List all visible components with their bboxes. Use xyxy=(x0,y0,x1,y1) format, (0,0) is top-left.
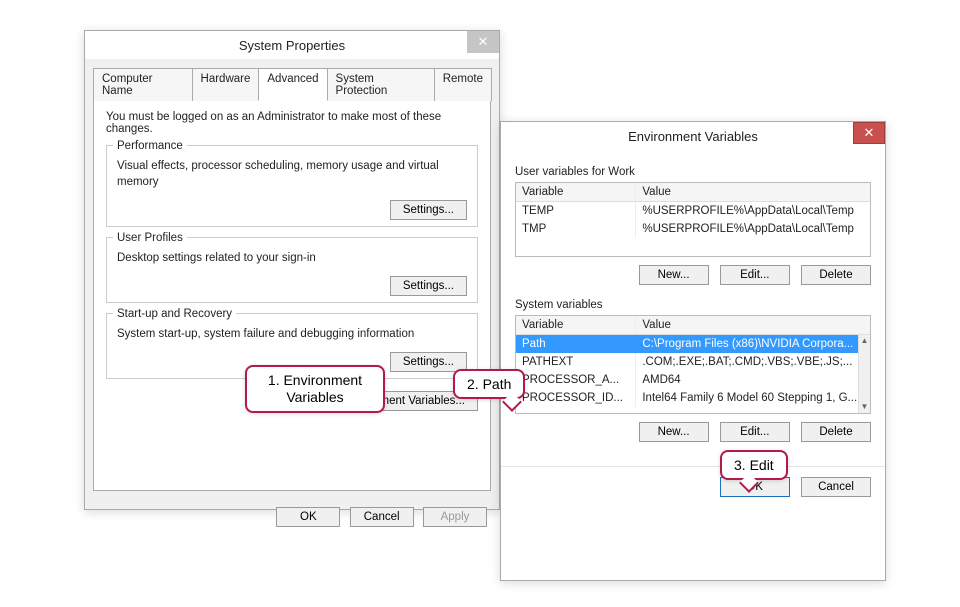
environment-variables-window: Environment Variables ✕ User variables f… xyxy=(500,121,886,581)
close-button[interactable]: ✕ xyxy=(467,31,499,53)
cell-var: TEMP xyxy=(516,202,636,220)
tab-advanced[interactable]: Advanced xyxy=(258,68,327,101)
tab-strip: Computer Name Hardware Advanced System P… xyxy=(93,67,491,101)
cancel-button[interactable]: Cancel xyxy=(350,507,414,527)
table-row[interactable]: PROCESSOR_A... AMD64 xyxy=(516,371,870,389)
tab-remote[interactable]: Remote xyxy=(434,68,492,101)
system-vars-button-row: New... Edit... Delete xyxy=(515,422,871,442)
table-row[interactable]: TMP %USERPROFILE%\AppData\Local\Temp xyxy=(516,220,870,238)
group-title-user-profiles: User Profiles xyxy=(113,232,187,244)
table-header: Variable Value xyxy=(516,183,870,202)
user-vars-label: User variables for Work xyxy=(515,166,871,178)
callout-edit: 3. Edit xyxy=(720,450,788,480)
close-button[interactable]: ✕ xyxy=(853,122,885,144)
cell-var: Path xyxy=(516,335,636,353)
titlebar: Environment Variables ✕ xyxy=(501,122,885,150)
system-new-button[interactable]: New... xyxy=(639,422,709,442)
scroll-down-icon[interactable]: ▼ xyxy=(859,401,870,413)
admin-notice: You must be logged on as an Administrato… xyxy=(106,111,478,135)
table-row[interactable]: PROCESSOR_ID... Intel64 Family 6 Model 6… xyxy=(516,389,870,407)
group-title-performance: Performance xyxy=(113,140,187,152)
user-edit-button[interactable]: Edit... xyxy=(720,265,790,285)
close-icon: ✕ xyxy=(478,34,489,50)
user-profiles-desc: Desktop settings related to your sign-in xyxy=(117,250,467,266)
user-vars-button-row: New... Edit... Delete xyxy=(515,265,871,285)
dialog-button-row: OK Cancel Apply xyxy=(85,499,499,535)
dialog-button-row: OK Cancel xyxy=(501,466,885,509)
col-value[interactable]: Value xyxy=(636,183,870,201)
table-row[interactable]: PATHEXT .COM;.EXE;.BAT;.CMD;.VBS;.VBE;.J… xyxy=(516,353,870,371)
system-properties-window: System Properties ✕ Computer Name Hardwa… xyxy=(84,30,500,510)
performance-settings-button[interactable]: Settings... xyxy=(390,200,467,220)
startup-desc: System start-up, system failure and debu… xyxy=(117,326,467,342)
group-performance: Performance Visual effects, processor sc… xyxy=(106,145,478,227)
table-header: Variable Value xyxy=(516,316,870,335)
cell-val: %USERPROFILE%\AppData\Local\Temp xyxy=(636,220,870,238)
user-new-button[interactable]: New... xyxy=(639,265,709,285)
callout-env-vars: 1. Environment Variables xyxy=(245,365,385,413)
window-title: Environment Variables xyxy=(501,129,885,144)
tab-hardware[interactable]: Hardware xyxy=(192,68,260,101)
cell-var: PROCESSOR_A... xyxy=(516,371,636,389)
cell-val: C:\Program Files (x86)\NVIDIA Corpora... xyxy=(636,335,870,353)
user-profiles-settings-button[interactable]: Settings... xyxy=(390,276,467,296)
cell-val: .COM;.EXE;.BAT;.CMD;.VBS;.VBE;.JS;... xyxy=(636,353,870,371)
col-value[interactable]: Value xyxy=(636,316,870,334)
system-delete-button[interactable]: Delete xyxy=(801,422,871,442)
ok-button[interactable]: OK xyxy=(276,507,340,527)
col-variable[interactable]: Variable xyxy=(516,183,636,201)
table-row[interactable]: Path C:\Program Files (x86)\NVIDIA Corpo… xyxy=(516,335,870,353)
user-delete-button[interactable]: Delete xyxy=(801,265,871,285)
system-vars-label: System variables xyxy=(515,299,871,311)
scrollbar[interactable]: ▲ ▼ xyxy=(858,335,870,413)
cell-var: PATHEXT xyxy=(516,353,636,371)
cell-var: PROCESSOR_ID... xyxy=(516,389,636,407)
cell-var: TMP xyxy=(516,220,636,238)
group-title-startup: Start-up and Recovery xyxy=(113,308,236,320)
scroll-up-icon[interactable]: ▲ xyxy=(859,335,870,347)
window-title: System Properties xyxy=(85,38,499,53)
cell-val: AMD64 xyxy=(636,371,870,389)
system-edit-button[interactable]: Edit... xyxy=(720,422,790,442)
env-body: User variables for Work Variable Value T… xyxy=(501,150,885,466)
group-user-profiles: User Profiles Desktop settings related t… xyxy=(106,237,478,303)
cancel-button[interactable]: Cancel xyxy=(801,477,871,497)
apply-button[interactable]: Apply xyxy=(423,507,487,527)
user-vars-table[interactable]: Variable Value TEMP %USERPROFILE%\AppDat… xyxy=(515,182,871,257)
system-vars-table[interactable]: Variable Value Path C:\Program Files (x8… xyxy=(515,315,871,414)
tab-computer-name[interactable]: Computer Name xyxy=(93,68,193,101)
performance-desc: Visual effects, processor scheduling, me… xyxy=(117,158,467,190)
cell-val: %USERPROFILE%\AppData\Local\Temp xyxy=(636,202,870,220)
table-row[interactable]: TEMP %USERPROFILE%\AppData\Local\Temp xyxy=(516,202,870,220)
close-icon: ✕ xyxy=(864,125,875,141)
tab-body-advanced: You must be logged on as an Administrato… xyxy=(93,101,491,491)
startup-settings-button[interactable]: Settings... xyxy=(390,352,467,372)
col-variable[interactable]: Variable xyxy=(516,316,636,334)
titlebar: System Properties ✕ xyxy=(85,31,499,59)
cell-val: Intel64 Family 6 Model 60 Stepping 1, G.… xyxy=(636,389,870,407)
tab-system-protection[interactable]: System Protection xyxy=(327,68,435,101)
